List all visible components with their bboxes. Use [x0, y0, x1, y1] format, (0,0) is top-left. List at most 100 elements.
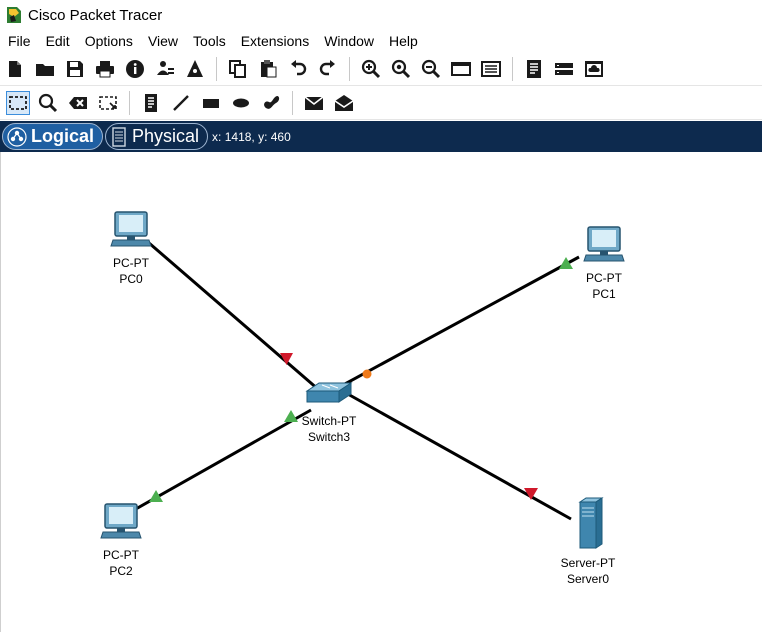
toolbar-separator: [216, 56, 217, 81]
folder-icon: [36, 63, 54, 76]
draw-ellipse-button[interactable]: [229, 91, 253, 115]
menu-edit[interactable]: Edit: [46, 33, 70, 49]
select-marquee-icon: [9, 95, 27, 110]
link-switch3-pc2[interactable]: [133, 408, 312, 512]
physical-rack-icon: [112, 126, 126, 147]
printer-icon: [96, 60, 114, 77]
inspect-tool-button[interactable]: [36, 91, 60, 115]
logical-workspace[interactable]: PC-PT PC0 PC-PT PC1 Switch-PT Switch3 PC…: [0, 152, 762, 632]
logical-tab[interactable]: Logical: [2, 123, 104, 150]
new-file-button[interactable]: [3, 57, 27, 81]
cursor-coordinates: x: 1418, y: 460: [212, 129, 291, 144]
delete-icon: [69, 96, 87, 109]
paste-button[interactable]: [256, 57, 280, 81]
menu-help[interactable]: Help: [389, 33, 418, 49]
open-folder-button[interactable]: [33, 57, 57, 81]
physical-tab[interactable]: Physical: [105, 123, 209, 150]
document-list-icon: [527, 59, 541, 78]
toolbar-separator: [349, 56, 350, 81]
info-button[interactable]: [123, 57, 147, 81]
activity-wizard-button[interactable]: [183, 57, 207, 81]
menu-options[interactable]: Options: [85, 33, 133, 49]
device-type-label: PC-PT: [113, 256, 149, 270]
undo-button[interactable]: [286, 57, 310, 81]
resize-shape-button[interactable]: [96, 91, 120, 115]
menu-view[interactable]: View: [148, 33, 178, 49]
zoom-reset-button[interactable]: [389, 57, 413, 81]
network-info-button[interactable]: [153, 57, 177, 81]
pc-icon: [100, 503, 142, 539]
menu-tools[interactable]: Tools: [193, 33, 226, 49]
device-type-label: Switch-PT: [301, 414, 357, 428]
pc-icon: [583, 226, 625, 262]
redo-button[interactable]: [316, 57, 340, 81]
place-note-button[interactable]: [139, 91, 163, 115]
freeform-button[interactable]: [259, 91, 283, 115]
device-pc2[interactable]: PC-PT PC2: [89, 502, 153, 579]
zoom-in-button[interactable]: [359, 57, 383, 81]
draw-line-button[interactable]: [169, 91, 193, 115]
workspace-mode-bar: Logical Physical x: 1418, y: 460: [0, 121, 762, 152]
list-window-icon: [481, 60, 501, 77]
window-title: Cisco Packet Tracer: [28, 6, 163, 24]
user-network-icon: [157, 60, 174, 75]
menu-bar: File Edit Options View Tools Extensions …: [0, 30, 762, 52]
cloud-window-icon: [585, 60, 603, 77]
save-button[interactable]: [63, 57, 87, 81]
drawing-toolbar: [0, 86, 762, 120]
zoom-in-icon: [361, 59, 381, 78]
note-icon: [145, 93, 157, 112]
toolbar-separator: [129, 90, 130, 115]
window-frame-icon: [451, 61, 471, 76]
draw-rectangle-button[interactable]: [199, 91, 223, 115]
paste-icon: [261, 59, 277, 77]
link-status-amber-indicator: [362, 369, 372, 379]
device-name-label: Server0: [566, 572, 610, 586]
menu-extensions[interactable]: Extensions: [241, 33, 309, 49]
new-file-icon: [9, 60, 21, 77]
menu-file[interactable]: File: [8, 33, 31, 49]
print-button[interactable]: [93, 57, 117, 81]
rectangle-icon: [203, 98, 219, 108]
custom-devices-button[interactable]: [479, 57, 503, 81]
copy-button[interactable]: [226, 57, 250, 81]
link-switch3-server0[interactable]: [345, 391, 572, 521]
cloud-window-button[interactable]: [582, 57, 606, 81]
device-name-label: Switch3: [307, 430, 351, 444]
add-simple-pdu-button[interactable]: [302, 91, 326, 115]
drawing-palette-button[interactable]: [449, 57, 473, 81]
link-switch3-pc1[interactable]: [342, 255, 580, 387]
add-complex-pdu-button[interactable]: [332, 91, 356, 115]
switch-icon: [305, 382, 353, 403]
device-pc0[interactable]: PC-PT PC0: [99, 210, 163, 287]
main-toolbar: [0, 52, 762, 86]
title-bar: Cisco Packet Tracer: [0, 0, 762, 30]
device-type-label: Server-PT: [560, 556, 616, 570]
ellipse-icon: [233, 98, 249, 107]
line-icon: [173, 94, 189, 111]
wizard-icon: [187, 59, 203, 77]
device-name-label: PC0: [119, 272, 143, 286]
server-icon: [578, 497, 604, 549]
delete-tool-button[interactable]: [66, 91, 90, 115]
device-name-label: PC1: [592, 287, 616, 301]
rack-device-icon: [555, 62, 573, 75]
link-status-up-indicator: [284, 410, 298, 422]
packet-tracer-logo-icon: [7, 7, 21, 23]
select-tool-button[interactable]: [6, 90, 30, 115]
device-server0[interactable]: Server-PT Server0: [555, 496, 621, 587]
workspace-notes-button[interactable]: [522, 57, 546, 81]
device-rack-button[interactable]: [552, 57, 576, 81]
link-pc0-switch3[interactable]: [148, 241, 320, 392]
freeform-icon: [264, 95, 280, 109]
zoom-out-icon: [421, 59, 441, 78]
redo-icon: [319, 59, 335, 75]
menu-window[interactable]: Window: [324, 33, 374, 49]
device-pc1[interactable]: PC-PT PC1: [572, 225, 636, 302]
logical-tab-label: Logical: [31, 126, 95, 146]
pc-icon: [110, 211, 152, 247]
device-switch3[interactable]: Switch-PT Switch3: [297, 380, 361, 445]
resize-marquee-icon: [99, 95, 117, 110]
zoom-out-button[interactable]: [419, 57, 443, 81]
closed-envelope-icon: [304, 95, 324, 110]
